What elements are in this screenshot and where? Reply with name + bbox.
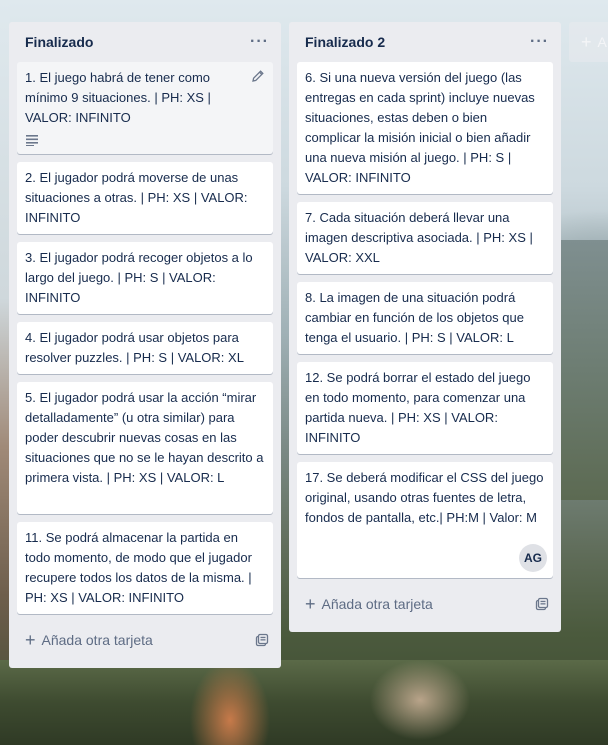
board-background-forest: [0, 660, 608, 745]
add-list-button[interactable]: + A: [569, 22, 608, 62]
card[interactable]: 7. Cada situación deberá llevar una imag…: [297, 202, 553, 274]
card-title: 7. Cada situación deberá llevar una imag…: [305, 210, 533, 265]
card[interactable]: 4. El jugador podrá usar objetos para re…: [17, 322, 273, 374]
plus-icon: +: [305, 594, 316, 614]
add-card-button[interactable]: + Añada otra tarjeta: [305, 595, 433, 613]
card-title: 6. Si una nueva versión del juego (las e…: [305, 70, 535, 185]
list-finalizado-2: Finalizado 2 ··· 6. Si una nueva versión…: [289, 22, 561, 632]
card-title: 5. El jugador podrá usar la acción “mira…: [25, 390, 264, 485]
card-list: 6. Si una nueva versión del juego (las e…: [289, 62, 561, 578]
list-menu-ellipsis-icon[interactable]: ···: [250, 33, 269, 51]
card[interactable]: 11. Se podrá almacenar la partida en tod…: [17, 522, 273, 614]
add-list-label: A: [597, 34, 607, 50]
card-title: 17. Se deberá modificar el CSS del juego…: [305, 470, 544, 525]
card-title: 12. Se podrá borrar el estado del juego …: [305, 370, 531, 445]
list-title[interactable]: Finalizado 2: [305, 34, 385, 50]
add-card-button[interactable]: + Añada otra tarjeta: [25, 631, 153, 649]
card-title: 1. El juego habrá de tener como mínimo 9…: [25, 70, 211, 125]
card[interactable]: 1. El juego habrá de tener como mínimo 9…: [17, 62, 273, 154]
pencil-icon[interactable]: [251, 69, 265, 83]
list-header: Finalizado 2 ···: [289, 22, 561, 62]
card-title: 3. El jugador podrá recoger objetos a lo…: [25, 250, 253, 305]
plus-icon: +: [581, 32, 592, 52]
card[interactable]: 3. El jugador podrá recoger objetos a lo…: [17, 242, 273, 314]
card[interactable]: 17. Se deberá modificar el CSS del juego…: [297, 462, 553, 578]
list-title[interactable]: Finalizado: [25, 34, 93, 50]
card-list: 1. El juego habrá de tener como mínimo 9…: [9, 62, 281, 614]
list-footer: + Añada otra tarjeta: [289, 586, 561, 622]
list-footer: + Añada otra tarjeta: [9, 622, 281, 658]
template-icon[interactable]: [535, 597, 549, 611]
description-icon: [26, 135, 38, 146]
add-card-label: Añada otra tarjeta: [41, 632, 153, 648]
card-title: 8. La imagen de una situación podrá camb…: [305, 290, 524, 345]
list-menu-ellipsis-icon[interactable]: ···: [530, 33, 549, 51]
list-finalizado: Finalizado ··· 1. El juego habrá de tene…: [9, 22, 281, 668]
card[interactable]: 6. Si una nueva versión del juego (las e…: [297, 62, 553, 194]
list-header: Finalizado ···: [9, 22, 281, 62]
card[interactable]: 12. Se podrá borrar el estado del juego …: [297, 362, 553, 454]
board-background-mountain: [561, 240, 608, 500]
card[interactable]: 2. El jugador podrá moverse de unas situ…: [17, 162, 273, 234]
add-card-label: Añada otra tarjeta: [321, 596, 433, 612]
card[interactable]: 8. La imagen de una situación podrá camb…: [297, 282, 553, 354]
member-avatar[interactable]: AG: [519, 544, 547, 572]
card-title: 4. El jugador podrá usar objetos para re…: [25, 330, 244, 365]
template-icon[interactable]: [255, 633, 269, 647]
card-title: 11. Se podrá almacenar la partida en tod…: [25, 530, 252, 605]
card-title: 2. El jugador podrá moverse de unas situ…: [25, 170, 248, 225]
card[interactable]: 5. El jugador podrá usar la acción “mira…: [17, 382, 273, 514]
plus-icon: +: [25, 630, 36, 650]
